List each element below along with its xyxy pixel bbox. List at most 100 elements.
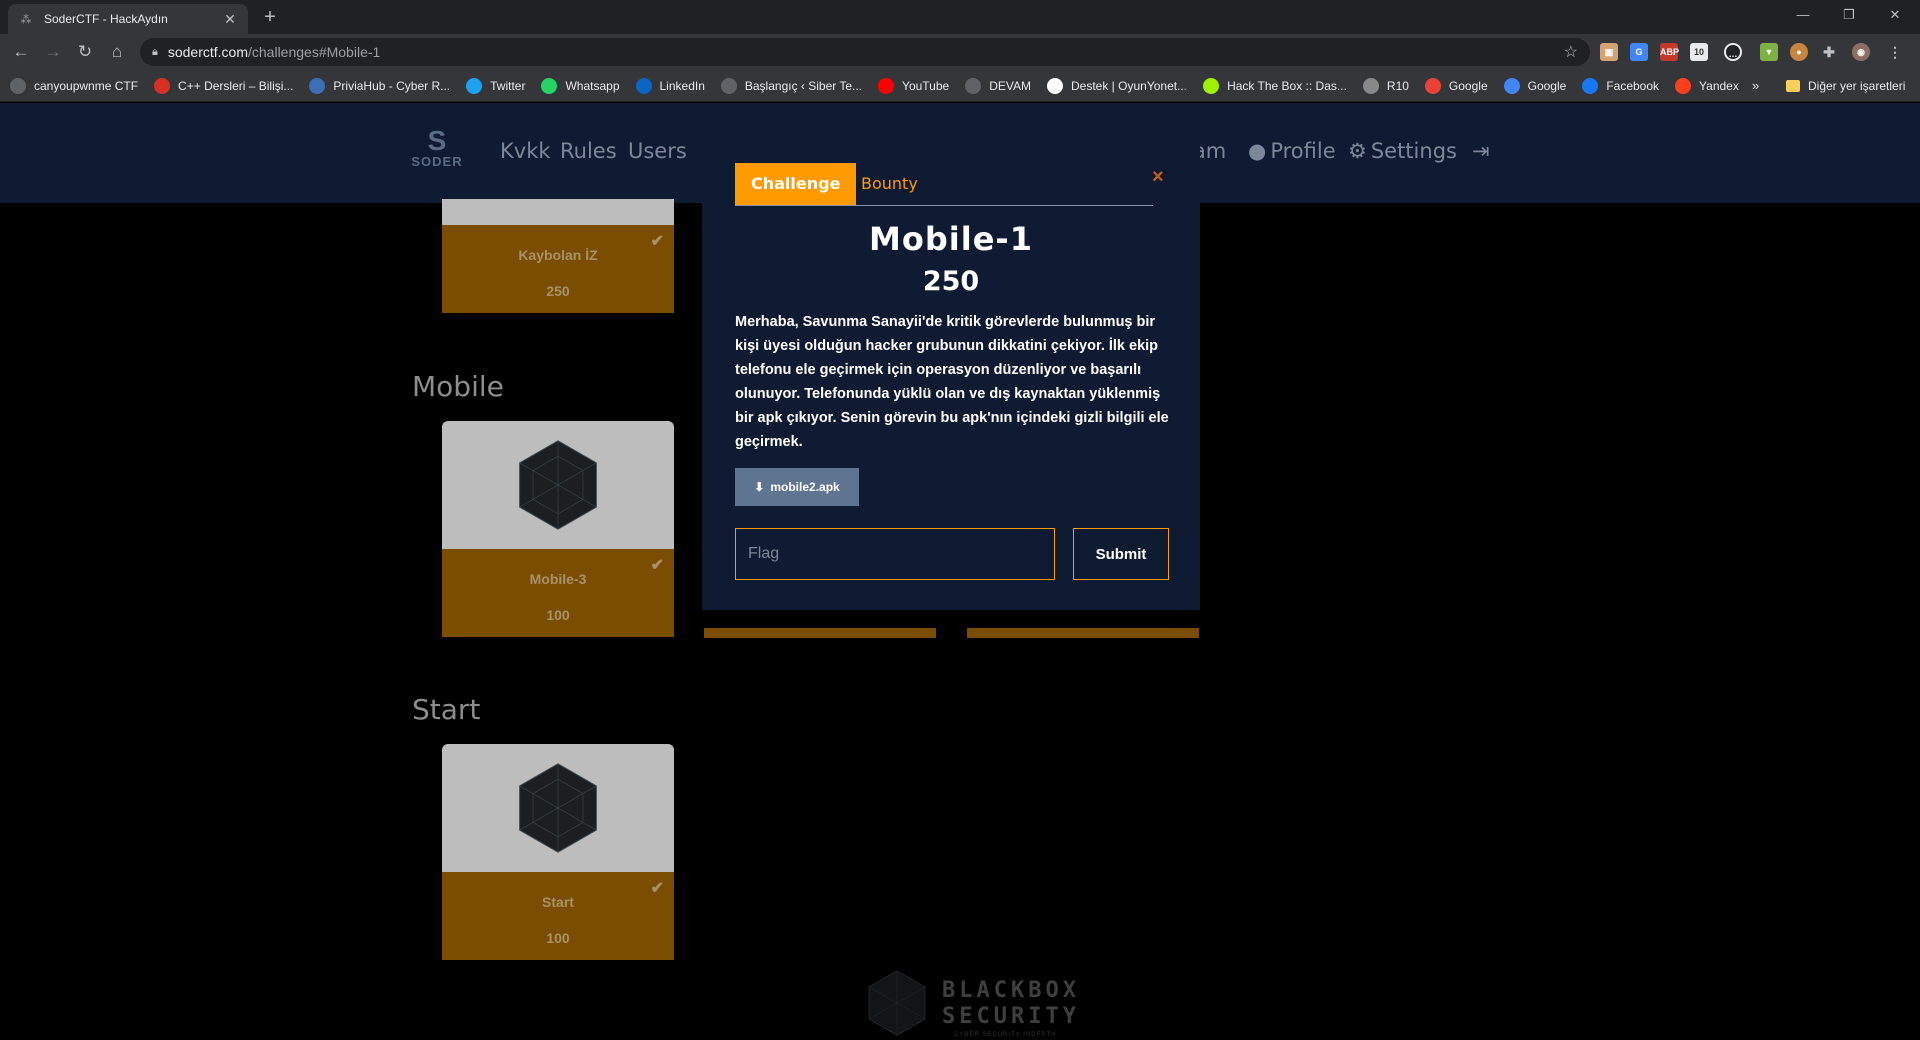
adblock-extension-icon[interactable]: ABP (1660, 43, 1679, 61)
bookmark-item[interactable]: DEVAM (965, 77, 1031, 94)
bookmark-item[interactable]: LinkedIn (635, 77, 705, 94)
card-footer: Mobile-3 100 ✔ (442, 549, 674, 637)
window-close-icon[interactable]: ✕ (1872, 0, 1918, 30)
card-image (442, 421, 674, 549)
extension-icon[interactable]: ▣ (1600, 43, 1618, 61)
bookmark-star-icon[interactable]: ☆ (1564, 42, 1578, 62)
card-footer-partial (967, 628, 1199, 638)
bookmark-item[interactable]: Destek | OyunYonet... (1047, 77, 1187, 94)
site-icon (1047, 77, 1063, 94)
logo-word: SODER (411, 154, 463, 169)
blackbox-tagline: CYBER SECURITY INDEPTH (954, 1032, 1057, 1038)
bookmark-item[interactable]: Hack The Box :: Das... (1203, 77, 1347, 94)
bookmark-item[interactable]: Başlangıç ‹ Siber Te... (720, 77, 863, 94)
card-points: 100 (546, 607, 570, 623)
nav-kvkk[interactable]: Kvkk (500, 139, 551, 163)
restore-icon[interactable]: ❐ (1826, 0, 1872, 30)
card-name: Kaybolan İZ (518, 247, 598, 263)
section-title-start: Start (412, 693, 481, 726)
gmail-icon (1424, 77, 1441, 94)
bookmark-item[interactable]: R10 (1362, 77, 1409, 94)
bookmark-item[interactable]: Twitter (466, 77, 525, 94)
new-tab-icon[interactable]: + (258, 6, 282, 30)
nav-rules[interactable]: Rules (560, 139, 617, 163)
modal-close-icon[interactable]: × (1152, 166, 1164, 189)
url-path: /challenges#Mobile-1 (248, 44, 381, 60)
logout-icon[interactable]: ⇥ (1472, 139, 1490, 163)
card-image (442, 744, 674, 872)
solved-check-icon: ✔ (650, 233, 664, 250)
blackbox-line2: SECURITY (942, 1004, 1080, 1029)
home-icon[interactable]: ⌂ (106, 41, 128, 63)
url-host: soderctf.com (167, 44, 248, 60)
gears-icon: ⚙ (1348, 139, 1367, 163)
privia-icon (309, 77, 326, 94)
card-footer: Kaybolan İZ 250 ✔ (442, 225, 674, 313)
globe-icon (720, 77, 737, 94)
r10-icon (1362, 77, 1379, 94)
bookmark-item[interactable]: Facebook (1582, 77, 1659, 94)
reload-icon[interactable]: ↻ (74, 41, 96, 63)
bookmark-item[interactable]: PriviaHub - Cyber R... (309, 77, 450, 94)
google-icon (1503, 77, 1520, 94)
bookmark-item[interactable]: Whatsapp (541, 77, 620, 94)
menu-kebab-icon[interactable]: ⋮ (1886, 43, 1904, 61)
tab-bounty[interactable]: Bounty (845, 163, 934, 205)
chat-extension-icon[interactable]: … (1724, 43, 1742, 61)
bookmark-item[interactable]: Google (1503, 77, 1566, 94)
translate-extension-icon[interactable]: G (1630, 43, 1648, 61)
nav-users[interactable]: Users (628, 139, 687, 163)
nav-profile[interactable]: ● Profile (1248, 139, 1336, 163)
extensions-puzzle-icon[interactable]: ✚ (1820, 43, 1838, 61)
forward-icon[interactable]: → (42, 41, 64, 63)
hexagon-icon (519, 763, 597, 853)
site-logo[interactable]: S SODER (402, 127, 472, 178)
challenge-points: 250 (922, 266, 980, 297)
bookmark-label: R10 (1386, 78, 1409, 93)
card-name: Mobile-3 (529, 571, 587, 587)
nav-settings[interactable]: ⚙ Settings (1348, 139, 1457, 163)
download-extension-icon[interactable]: ▼ (1760, 43, 1778, 61)
cookie-extension-icon[interactable]: ● (1790, 43, 1808, 61)
globe-icon (10, 77, 26, 94)
submit-button[interactable]: Submit (1073, 528, 1169, 580)
bookmark-item[interactable]: YouTube (878, 77, 950, 94)
whatsapp-icon (541, 77, 558, 94)
linkedin-icon (635, 77, 652, 94)
bookmark-label: Whatsapp (565, 78, 620, 93)
download-file-button[interactable]: ⬇ mobile2.apk (735, 468, 859, 506)
browser-toolbar: ← → ↻ ⌂ 🔒︎ soderctf.com /challenges#Mobi… (0, 34, 1920, 70)
card-footer: Start 100 ✔ (442, 872, 674, 960)
bookmarks-more-icon[interactable]: » (1752, 78, 1759, 93)
solved-check-icon: ✔ (650, 557, 664, 574)
challenge-card[interactable]: Start 100 ✔ (442, 744, 674, 960)
bookmark-label: Google (1448, 78, 1488, 93)
bookmark-item[interactable]: C++ Dersleri – Bilişi... (154, 77, 293, 94)
bookmark-label: Başlangıç ‹ Siber Te... (744, 78, 863, 93)
bookmark-label: DEVAM (989, 78, 1031, 93)
challenge-card[interactable]: Mobile-3 100 ✔ (442, 421, 674, 637)
download-icon: ⬇ (754, 480, 765, 494)
facebook-icon (1582, 77, 1599, 94)
badge-extension-icon[interactable]: 10 (1690, 43, 1708, 61)
bookmark-item[interactable]: canyoupwnme CTF (10, 77, 138, 94)
bookmark-label: YouTube (902, 78, 950, 93)
address-bar[interactable]: 🔒︎ soderctf.com /challenges#Mobile-1 ☆ (140, 38, 1590, 66)
blackbox-line1: BLACKBOX (942, 978, 1080, 1003)
bookmark-item[interactable]: Yandex (1675, 77, 1739, 94)
tab-close-icon[interactable]: ✕ (222, 11, 238, 28)
other-bookmarks[interactable]: Diğer yer işaretleri (1786, 70, 1905, 102)
card-name: Start (542, 894, 574, 910)
hexagon-icon (519, 440, 597, 530)
bookmark-item[interactable]: Google (1424, 77, 1488, 94)
file-label: mobile2.apk (770, 480, 840, 494)
challenge-card[interactable]: Kaybolan İZ 250 ✔ (442, 199, 674, 313)
tab-challenge[interactable]: Challenge (735, 163, 857, 205)
flag-input[interactable] (735, 528, 1055, 580)
profile-avatar[interactable]: ◉ (1852, 43, 1870, 61)
bookmark-label: Hack The Box :: Das... (1227, 78, 1347, 93)
back-icon[interactable]: ← (10, 41, 32, 63)
browser-tab[interactable]: ⁂ SoderCTF - HackAydın ✕ (8, 4, 248, 34)
user-circle-icon: ● (1248, 139, 1267, 163)
minimize-icon[interactable]: — (1780, 0, 1826, 30)
